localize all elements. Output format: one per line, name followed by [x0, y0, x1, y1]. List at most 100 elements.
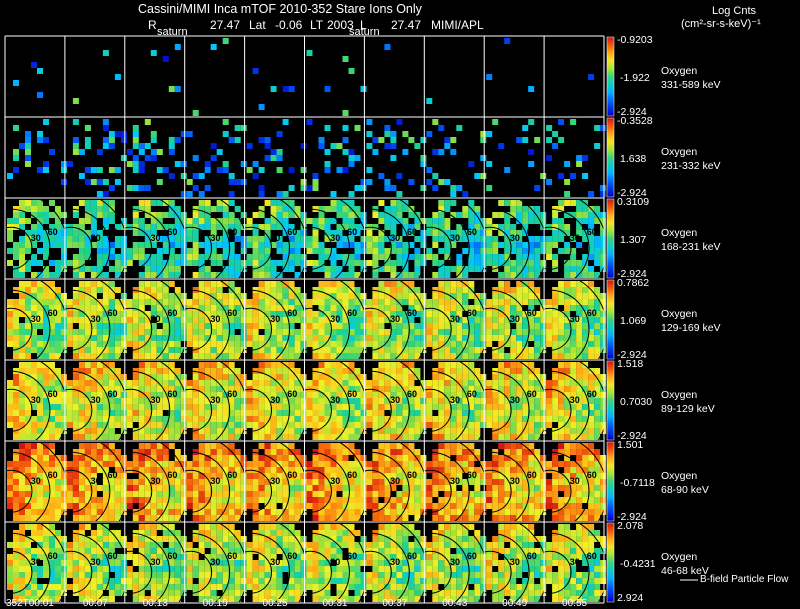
heatmap-cell: [150, 467, 157, 473]
heatmap-cell: [13, 299, 19, 305]
heatmap-cell: [150, 434, 157, 440]
heatmap-cell: [138, 317, 145, 323]
heatmap-cell: [432, 236, 439, 242]
heatmap-cell: [600, 410, 607, 416]
heatmap-cell: [222, 515, 229, 521]
heatmap-cell: [120, 455, 127, 461]
heatmap-cell: [354, 287, 361, 293]
heatmap-cell: [13, 125, 19, 131]
heatmap-cell: [13, 422, 19, 428]
heatmap-cell: [258, 404, 265, 410]
heatmap-cell: [480, 410, 487, 416]
heatmap-cell: [90, 428, 97, 434]
heatmap-cell: [402, 242, 409, 248]
heatmap-cell: [402, 323, 409, 329]
heatmap-cell: [204, 206, 211, 212]
heatmap-cell: [438, 293, 445, 299]
heatmap-cell: [528, 149, 535, 155]
heatmap-cell: [210, 509, 217, 515]
heatmap-cell: [61, 179, 67, 185]
heatmap-cell: [216, 461, 223, 467]
heatmap-cell: [318, 416, 325, 422]
heatmap-cell: [198, 293, 205, 299]
heatmap-cell: [504, 353, 511, 359]
heatmap-cell: [31, 368, 37, 374]
heatmap-cell: [498, 461, 505, 467]
heatmap-cell: [474, 428, 481, 434]
heatmap-cell: [240, 422, 247, 428]
heatmap-cell: [25, 218, 31, 224]
heatmap-cell: [43, 329, 49, 335]
heatmap-cell: [276, 149, 283, 155]
heatmap-cell: [66, 497, 73, 503]
heatmap-cell: [318, 362, 325, 368]
heatmap-cell: [468, 497, 475, 503]
heatmap-cell: [498, 434, 505, 440]
heatmap-cell: [138, 497, 145, 503]
heatmap-cell: [90, 305, 97, 311]
heatmap-cell: [126, 254, 133, 260]
heatmap-cell: [222, 368, 229, 374]
heatmap-cell: [540, 242, 547, 248]
heatmap-cell: [90, 362, 97, 368]
heatmap-cell: [552, 410, 559, 416]
heatmap-cell: [78, 272, 85, 278]
heatmap-cell: [522, 410, 529, 416]
contour-label: 60: [167, 227, 177, 237]
heatmap-cell: [132, 293, 139, 299]
heatmap-cell: [498, 491, 505, 497]
heatmap-panel-0-5: [306, 50, 367, 116]
heatmap-cell: [432, 473, 439, 479]
heatmap-cell: [324, 272, 331, 278]
heatmap-cell: [354, 125, 361, 131]
heatmap-cell: [55, 242, 61, 248]
heatmap-cell: [420, 473, 427, 479]
heatmap-cell: [49, 200, 55, 206]
heatmap-cell: [306, 323, 313, 329]
heatmap-cell: [252, 392, 259, 398]
heatmap-cell: [37, 167, 43, 173]
heatmap-cell: [558, 434, 565, 440]
heatmap-cell: [132, 380, 139, 386]
heatmap-cell: [228, 347, 235, 353]
heatmap-cell: [378, 218, 385, 224]
heatmap-cell: [288, 86, 295, 92]
heatmap-cell: [37, 434, 43, 440]
heatmap-cell: [258, 248, 265, 254]
heatmap-cell: [102, 368, 109, 374]
heatmap-cell: [84, 299, 91, 305]
heatmap-cell: [300, 416, 307, 422]
heatmap-cell: [168, 422, 175, 428]
heatmap-cell: [588, 212, 595, 218]
heatmap-cell: [252, 374, 259, 380]
heatmap-cell: [108, 200, 115, 206]
heatmap-cell: [61, 404, 67, 410]
heatmap-panel-0-2: [150, 44, 181, 92]
heatmap-cell: [582, 272, 589, 278]
heatmap-cell: [132, 317, 139, 323]
heatmap-cell: [408, 341, 415, 347]
heatmap-cell: [372, 479, 379, 485]
heatmap-cell: [252, 173, 259, 179]
heatmap-cell: [408, 455, 415, 461]
heatmap-cell: [390, 353, 397, 359]
heatmap-cell: [144, 434, 151, 440]
heatmap-cell: [72, 473, 79, 479]
heatmap-cell: [330, 254, 337, 260]
heatmap-cell: [468, 374, 475, 380]
contour-label: 60: [108, 227, 118, 237]
heatmap-cell: [492, 515, 499, 521]
heatmap-cell: [402, 218, 409, 224]
heatmap-cell: [7, 236, 13, 242]
heatmap-cell: [126, 161, 133, 167]
heatmap-cell: [324, 386, 331, 392]
heatmap-cell: [13, 461, 19, 467]
heatmap-cell: [102, 50, 109, 56]
heatmap-cell: [186, 236, 193, 242]
heatmap-cell: [540, 311, 547, 317]
heatmap-cell: [252, 161, 259, 167]
heatmap-cell: [450, 422, 457, 428]
heatmap-cell: [132, 497, 139, 503]
heatmap-cell: [7, 473, 13, 479]
heatmap-cell: [396, 434, 403, 440]
